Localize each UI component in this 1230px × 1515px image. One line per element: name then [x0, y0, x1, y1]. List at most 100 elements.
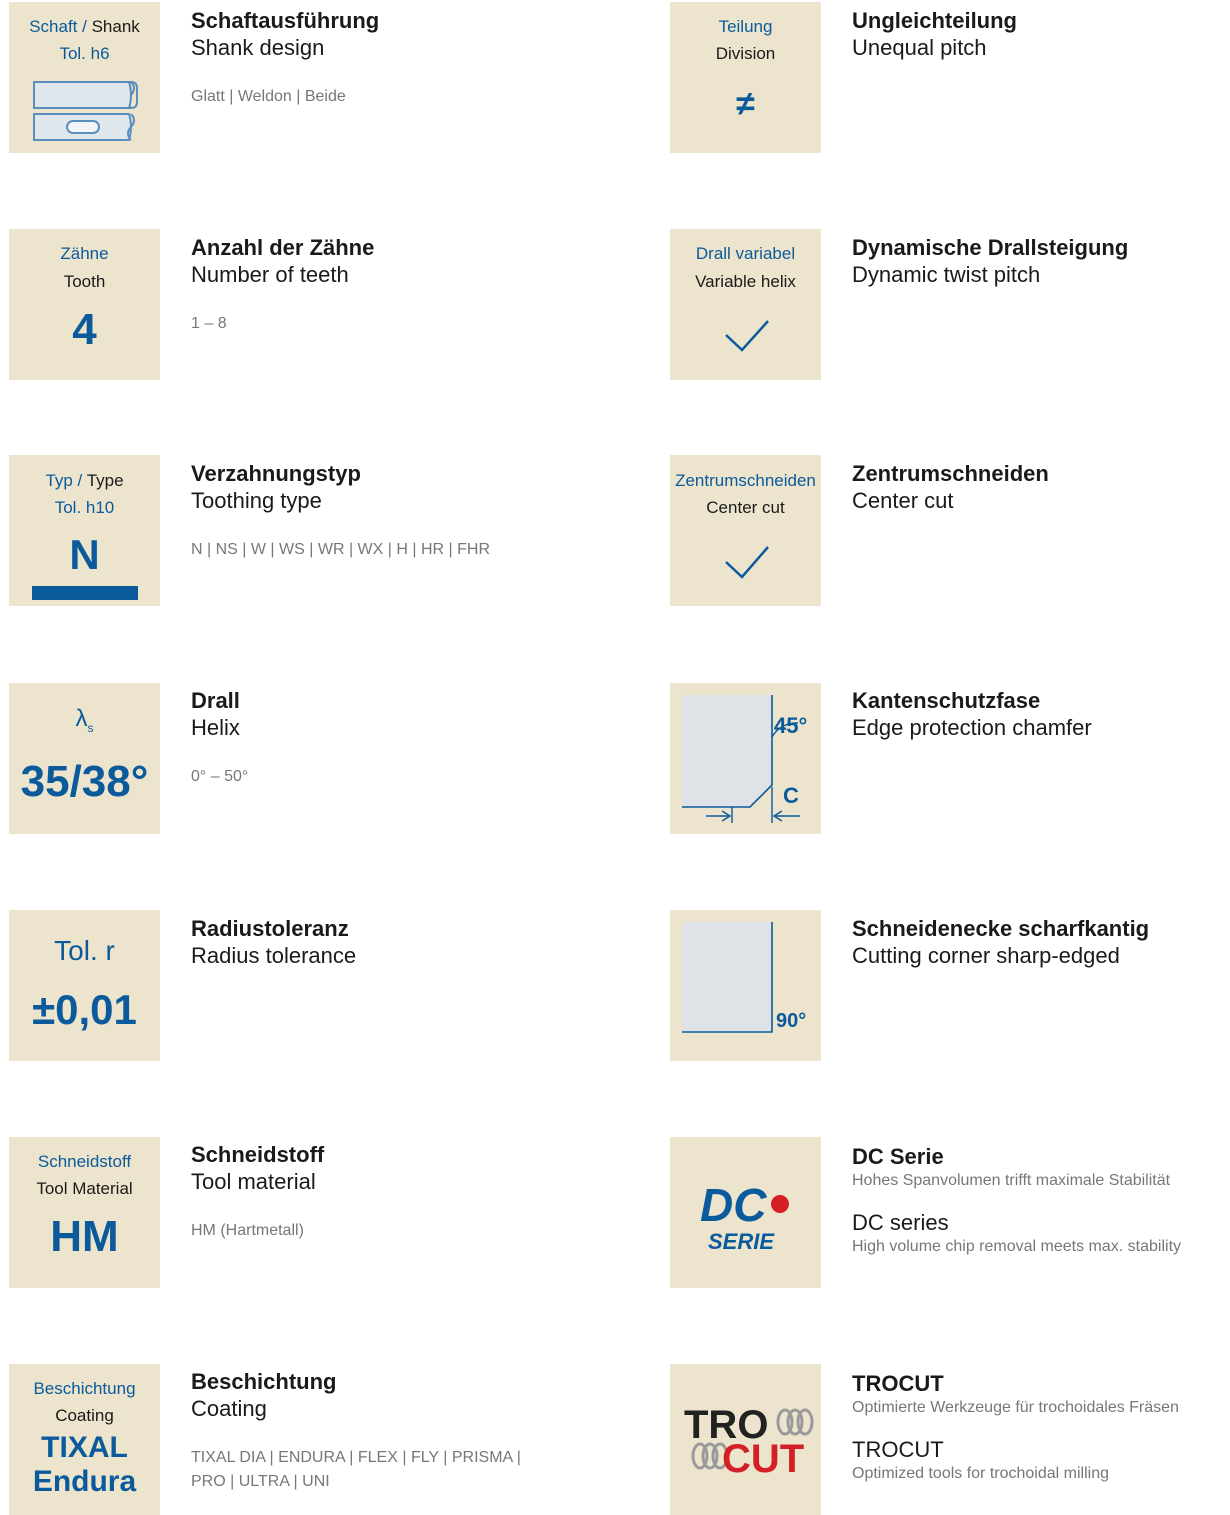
tile-material: Schneidstoff Tool Material HM: [9, 1137, 160, 1288]
feature-values: N | NS | W | WS | WR | WX | H | HR | FHR: [191, 541, 491, 558]
tile-coating: Beschichtung Coating TIXAL Endura: [9, 1364, 160, 1515]
feature-subtitle: Shank design: [191, 35, 325, 60]
feature-subtitle: Edge protection chamfer: [852, 715, 1092, 740]
chamfer-angle-label: 45°: [774, 713, 808, 738]
feature-title: TROCUT: [852, 1371, 944, 1396]
feature-subtitle: Center cut: [852, 488, 954, 513]
not-equal-icon: ≠: [736, 85, 755, 123]
tile-material-line2: Tool Material: [36, 1179, 133, 1198]
chamfer-diagram: [682, 695, 800, 823]
tile-radius: Tol. r ±0,01: [9, 910, 160, 1061]
feature-values: HM (Hartmetall): [191, 1222, 304, 1239]
feature-title: Dynamische Drallsteigung: [852, 235, 1129, 260]
feature-trocut: TROCUT Optimierte Werkzeuge für trochoid…: [852, 1371, 1179, 1485]
feature-subtitle: TROCUT: [852, 1437, 944, 1462]
feature-subtitle: Unequal pitch: [852, 35, 987, 60]
tile-division-line1: Teilung: [718, 17, 773, 36]
sharp-corner-diagram: [682, 922, 773, 1033]
feature-subtitle: DC series: [852, 1210, 949, 1235]
tile-radius-value: ±0,01: [32, 986, 137, 1033]
feature-coating: Beschichtung Coating TIXAL DIA | ENDURA …: [191, 1369, 521, 1493]
feature-sharp-corner: Schneidenecke scharfkantig Cutting corne…: [852, 916, 1149, 970]
tile-dc-serie: DC SERIE: [670, 1137, 821, 1288]
feature-subtitle: Number of teeth: [191, 262, 349, 287]
feature-subtitle: Coating: [191, 1396, 267, 1421]
svg-text:SERIE: SERIE: [708, 1229, 775, 1254]
chamfer-dim-label: C: [783, 783, 799, 808]
feature-variable-helix: Dynamische Drallsteigung Dynamic twist p…: [852, 235, 1128, 289]
feature-center-cut: Zentrumschneiden Center cut: [852, 461, 1049, 515]
tile-division: Teilung Division ≠: [670, 2, 821, 153]
check-icon: [725, 320, 769, 352]
trocut-logo: TRO CUT: [684, 1403, 814, 1481]
corner-angle-label: 90°: [776, 1010, 807, 1032]
tile-shank: Schaft / Shank Tol. h6: [9, 2, 160, 153]
feature-values-line1: TIXAL DIA | ENDURA | FLEX | FLY | PRISMA…: [191, 1449, 521, 1466]
tile-center-cut: Zentrumschneiden Center cut: [670, 455, 821, 606]
feature-subtitle: Helix: [191, 715, 240, 740]
feature-values: Glatt | Weldon | Beide: [191, 88, 346, 105]
tile-toothing: Typ / Type Tol. h10 N: [9, 455, 160, 606]
tile-helix-symbol: λs: [75, 705, 94, 735]
tile-coating-value1: TIXAL: [41, 1431, 128, 1464]
tile-chamfer: 45° C: [670, 683, 821, 834]
svg-text:CUT: CUT: [722, 1437, 804, 1481]
feature-desc-en: Optimized tools for trochoidal milling: [852, 1465, 1109, 1482]
feature-division: Ungleichteilung Unequal pitch: [852, 8, 1017, 62]
feature-subtitle: Toothing type: [191, 488, 322, 513]
feature-subtitle: Tool material: [191, 1169, 316, 1194]
feature-desc-en: High volume chip removal meets max. stab…: [852, 1238, 1182, 1255]
tile-sharp-corner: 90°: [670, 910, 821, 1061]
feature-helix: Drall Helix 0° – 50°: [191, 688, 248, 788]
feature-radius: Radiustoleranz Radius tolerance: [191, 916, 356, 970]
feature-values: 0° – 50°: [191, 768, 249, 785]
tile-toothing-value: N: [69, 531, 100, 578]
tile-helix: λs 35/38°: [9, 683, 160, 834]
tile-trocut: TRO CUT: [670, 1364, 821, 1515]
feature-title: DC Serie: [852, 1144, 944, 1169]
feature-subtitle: Dynamic twist pitch: [852, 262, 1041, 287]
tile-variable-helix: Drall variabel Variable helix: [670, 229, 821, 380]
tile-coating-line2: Coating: [55, 1406, 114, 1425]
tile-material-value: HM: [50, 1212, 119, 1261]
feature-title: Schaftausführung: [191, 8, 380, 33]
tile-toothing-bar: [32, 586, 138, 600]
tile-radius-label: Tol. r: [54, 935, 115, 966]
tile-division-line2: Division: [715, 44, 776, 63]
svg-text:DC: DC: [700, 1179, 767, 1231]
tile-teeth-line2: Tooth: [63, 272, 106, 291]
feature-title: Drall: [191, 688, 240, 713]
feature-title: Beschichtung: [191, 1369, 337, 1394]
tile-toothing-line2: Tol. h10: [54, 498, 115, 517]
tile-material-line1: Schneidstoff: [37, 1152, 132, 1171]
feature-toothing: Verzahnungstyp Toothing type N | NS | W …: [191, 461, 490, 561]
tile-teeth: Zähne Tooth 4: [9, 229, 160, 380]
feature-title: Radiustoleranz: [191, 916, 349, 941]
feature-title: Schneidenecke scharfkantig: [852, 916, 1150, 941]
feature-shank: Schaftausführung Shank design Glatt | We…: [191, 8, 379, 108]
feature-title: Kantenschutzfase: [852, 688, 1041, 713]
tile-helix-value: 35/38°: [20, 757, 149, 806]
feature-title: Schneidstoff: [191, 1142, 325, 1167]
feature-material: Schneidstoff Tool material HM (Hartmetal…: [191, 1142, 324, 1242]
feature-desc-de: Optimierte Werkzeuge für trochoidales Fr…: [852, 1399, 1179, 1416]
feature-values-line2: PRO | ULTRA | UNI: [191, 1473, 330, 1490]
tile-teeth-line1: Zähne: [60, 244, 109, 263]
tile-coating-line1: Beschichtung: [33, 1379, 136, 1398]
tile-coating-value2: Endura: [32, 1465, 137, 1498]
feature-title: Zentrumschneiden: [852, 461, 1049, 486]
tile-toothing-line1: Typ / Type: [45, 471, 124, 490]
feature-subtitle: Radius tolerance: [191, 943, 357, 968]
tile-teeth-value: 4: [72, 305, 97, 354]
feature-desc-de: Hohes Spanvolumen trifft maximale Stabil…: [852, 1172, 1171, 1189]
dc-serie-logo: DC SERIE: [700, 1179, 789, 1254]
feature-dc-serie: DC Serie Hohes Spanvolumen trifft maxima…: [852, 1144, 1181, 1258]
feature-title: Ungleichteilung: [852, 8, 1017, 33]
feature-subtitle: Cutting corner sharp-edged: [852, 943, 1120, 968]
check-icon: [725, 546, 769, 579]
feature-title: Anzahl der Zähne: [191, 235, 375, 260]
feature-teeth: Anzahl der Zähne Number of teeth 1 – 8: [191, 235, 374, 335]
feature-chamfer: Kantenschutzfase Edge protection chamfer: [852, 688, 1092, 742]
shank-icon: [33, 81, 138, 141]
feature-values: 1 – 8: [191, 315, 227, 332]
